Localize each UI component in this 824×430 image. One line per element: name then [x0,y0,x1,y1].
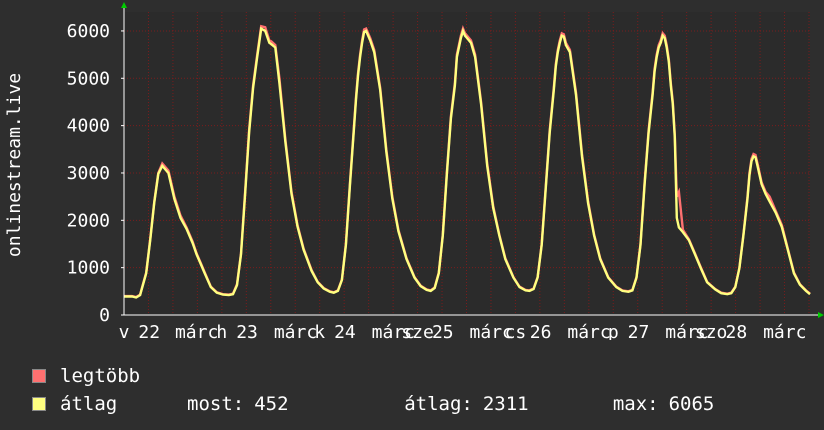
x-tick-label-9: sze [401,322,434,340]
stat-max-label: max: [612,393,659,415]
x-tick-label-12: cs [505,322,527,340]
x-tick-label-1: 22 [138,322,160,340]
x-tick-labels: v 22 márch 23 márck 24 márcsze25 márccs 26 márcp 2… [119,322,807,340]
legend: legtöbb átlag most: 452 átlag: 2311 max:… [32,362,714,418]
stat-max-value: 6065 [668,393,715,415]
x-tick-label-18: szo [695,322,728,340]
y-tick-labels: 0 1000 2000 3000 4000 5000 6000 [67,21,110,326]
y-tick-label-5: 5000 [67,68,110,89]
y-tick-label-0: 0 [99,305,110,326]
y-tick-label-4: 4000 [67,116,110,137]
x-tick-label-14: márc [567,322,610,340]
stat-now-value: 452 [254,393,289,415]
x-tick-label-3: h [216,322,227,340]
x-tick-label-16: 27 [628,322,650,340]
x-tick-label-0: v [119,322,130,340]
x-tick-label-2: márc [175,322,218,340]
x-tick-label-15: p [608,322,619,340]
legend-row-max: legtöbb [32,362,714,390]
x-axis-arrow [818,312,824,318]
y-axis-label: onlinestream.live [4,73,25,257]
legend-swatch-avg [32,397,46,411]
y-axis-arrow [121,2,127,8]
legend-row-avg: átlag most: 452 átlag: 2311 max: 6065 [32,390,714,418]
stat-now-label: most: [187,393,245,415]
x-tick-label-6: k [314,322,325,340]
plot-background [124,12,810,315]
x-tick-label-7: 24 [334,322,356,340]
x-tick-label-10: 25 [432,322,454,340]
y-tick-label-2: 2000 [67,210,110,231]
y-tick-label-1: 1000 [67,258,110,279]
rrd-chart: 0100020003000400050006000 v 22 márch 23 márc… [4,2,824,340]
y-tick-label-3: 3000 [67,163,110,184]
x-tick-label-20: márc [763,322,806,340]
x-tick-label-5: márc [274,322,317,340]
x-tick-label-13: 26 [530,322,552,340]
x-tick-label-4: 23 [236,322,258,340]
stat-avg-value: 2311 [482,393,529,415]
stat-avg-label: átlag: [404,393,473,415]
legend-swatch-max [32,369,46,383]
legend-label-max: legtöbb [60,365,141,387]
legend-label-avg: átlag [60,393,118,415]
y-tick-label-6: 6000 [67,21,110,42]
x-tick-label-19: 28 [726,322,748,340]
